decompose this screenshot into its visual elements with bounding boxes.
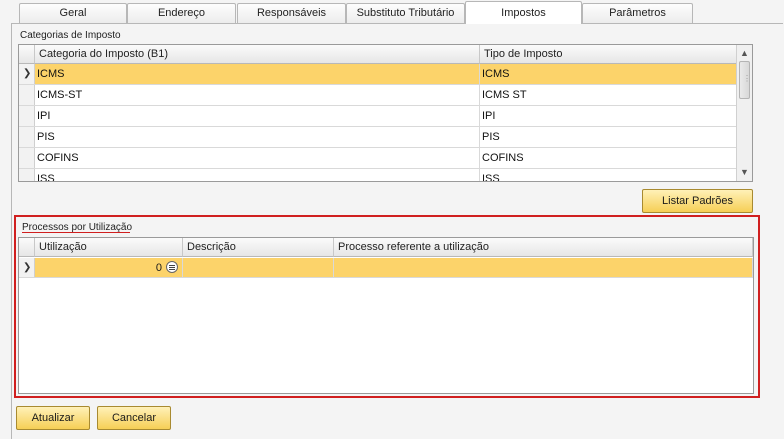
row-header[interactable]	[19, 106, 35, 126]
utilizacao-value: 0	[155, 262, 162, 274]
tab-bar: Geral Endereço Responsáveis Substituto T…	[0, 0, 784, 24]
cell-categoria[interactable]: COFINS	[35, 148, 480, 168]
cell-processo[interactable]	[334, 258, 753, 277]
cell-tipo[interactable]: ICMS ST	[480, 85, 737, 105]
row-header[interactable]: ❯	[19, 258, 35, 277]
table-row[interactable]: PIS PIS	[19, 127, 737, 148]
grid-corner	[19, 45, 35, 64]
cell-tipo[interactable]: PIS	[480, 127, 737, 147]
cell-tipo[interactable]: ICMS	[480, 64, 737, 84]
row-selector-icon: ❯	[23, 68, 32, 79]
table-row[interactable]: COFINS COFINS	[19, 148, 737, 169]
cell-tipo[interactable]: IPI	[480, 106, 737, 126]
tab-endereco[interactable]: Endereço	[127, 3, 236, 23]
cell-descricao[interactable]	[183, 258, 334, 277]
cell-tipo[interactable]: ISS	[480, 169, 737, 181]
row-header[interactable]	[19, 148, 35, 168]
cell-categoria[interactable]: PIS	[35, 127, 480, 147]
cell-categoria[interactable]: ICMS-ST	[35, 85, 480, 105]
table-row[interactable]: ❯ 0	[19, 258, 753, 278]
cell-categoria[interactable]: ISS	[35, 169, 480, 181]
tab-impostos[interactable]: Impostos	[465, 1, 582, 24]
categorias-title: Categorias de Imposto	[20, 30, 121, 41]
grip-icon: ⋮	[743, 74, 751, 83]
column-header-tipo[interactable]: Tipo de Imposto	[480, 45, 737, 64]
scroll-up-icon[interactable]: ▲	[738, 46, 751, 60]
row-header[interactable]	[19, 85, 35, 105]
row-header[interactable]	[19, 127, 35, 147]
cell-utilizacao[interactable]: 0	[35, 258, 183, 277]
row-header[interactable]: ❯	[19, 64, 35, 84]
tab-substituto-tributario[interactable]: Substituto Tributário	[346, 3, 465, 23]
table-row[interactable]: ❯ ICMS ICMS	[19, 64, 737, 85]
title-underline	[22, 232, 130, 233]
cancelar-button[interactable]: Cancelar	[97, 406, 171, 430]
processos-grid: Utilização Descrição Processo referente …	[18, 237, 754, 394]
column-header-descricao[interactable]: Descrição	[183, 238, 334, 257]
table-row[interactable]: ICMS-ST ICMS ST	[19, 85, 737, 106]
column-header-utilizacao[interactable]: Utilização	[35, 238, 183, 257]
list-choose-icon[interactable]	[166, 261, 178, 273]
cell-categoria[interactable]: ICMS	[35, 64, 480, 84]
scroll-down-icon[interactable]: ▼	[738, 165, 751, 179]
column-header-processo[interactable]: Processo referente a utilização	[334, 238, 753, 257]
table-row[interactable]: ISS ISS	[19, 169, 737, 181]
tab-responsaveis[interactable]: Responsáveis	[237, 3, 346, 23]
column-header-categoria[interactable]: Categoria do Imposto (B1)	[35, 45, 480, 64]
cell-tipo[interactable]: COFINS	[480, 148, 737, 168]
listar-padroes-button[interactable]: Listar Padrões	[642, 189, 753, 213]
scrollbar-thumb[interactable]: ⋮	[739, 61, 751, 99]
vertical-scrollbar[interactable]: ▲ ⋮ ▼	[736, 45, 752, 181]
grid-corner	[19, 238, 35, 257]
table-row[interactable]: IPI IPI	[19, 106, 737, 127]
row-selector-icon: ❯	[23, 262, 32, 273]
tab-geral[interactable]: Geral	[19, 3, 127, 23]
cell-categoria[interactable]: IPI	[35, 106, 480, 126]
atualizar-button[interactable]: Atualizar	[16, 406, 90, 430]
row-header[interactable]	[19, 169, 35, 181]
categorias-grid: Categoria do Imposto (B1) Tipo de Impost…	[18, 44, 753, 182]
tab-parametros[interactable]: Parâmetros	[582, 3, 693, 23]
